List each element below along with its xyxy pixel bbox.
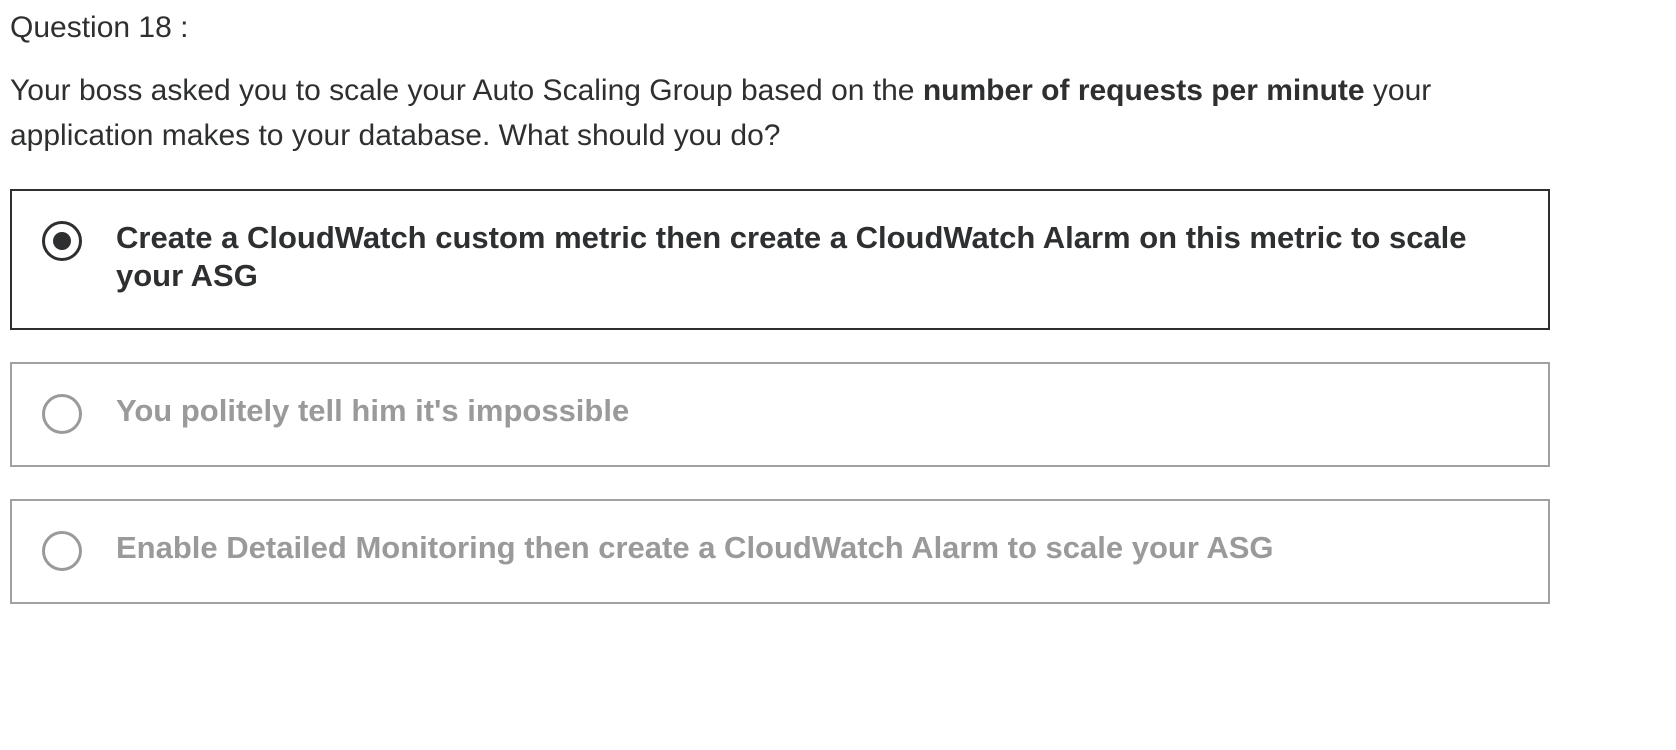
radio-unselected-icon[interactable]	[42, 531, 82, 571]
answer-option-label: Enable Detailed Monitoring then create a…	[116, 530, 1274, 565]
prompt-text-start: Your boss asked you to scale your Auto S…	[10, 74, 923, 107]
question-number: Question 18 :	[10, 11, 189, 44]
answer-option-label: You politely tell him it's impossible	[116, 393, 630, 428]
quiz-question: Question 18 : Your boss asked you to sca…	[10, 0, 1550, 636]
radio-dot-icon	[53, 232, 71, 250]
answer-option-label: Create a CloudWatch custom metric then c…	[116, 220, 1467, 293]
radio-unselected-icon[interactable]	[42, 394, 82, 434]
answer-option-1[interactable]: Create a CloudWatch custom metric then c…	[10, 189, 1550, 330]
answer-option-3[interactable]: Enable Detailed Monitoring then create a…	[10, 499, 1550, 604]
answer-options: Create a CloudWatch custom metric then c…	[10, 189, 1550, 604]
radio-selected-icon[interactable]	[42, 221, 82, 261]
prompt-emphasis: number of requests per minute	[922, 74, 1365, 107]
question-prompt: Your boss asked you to scale your Auto S…	[10, 68, 1550, 158]
answer-option-2[interactable]: You politely tell him it's impossible	[10, 362, 1550, 467]
